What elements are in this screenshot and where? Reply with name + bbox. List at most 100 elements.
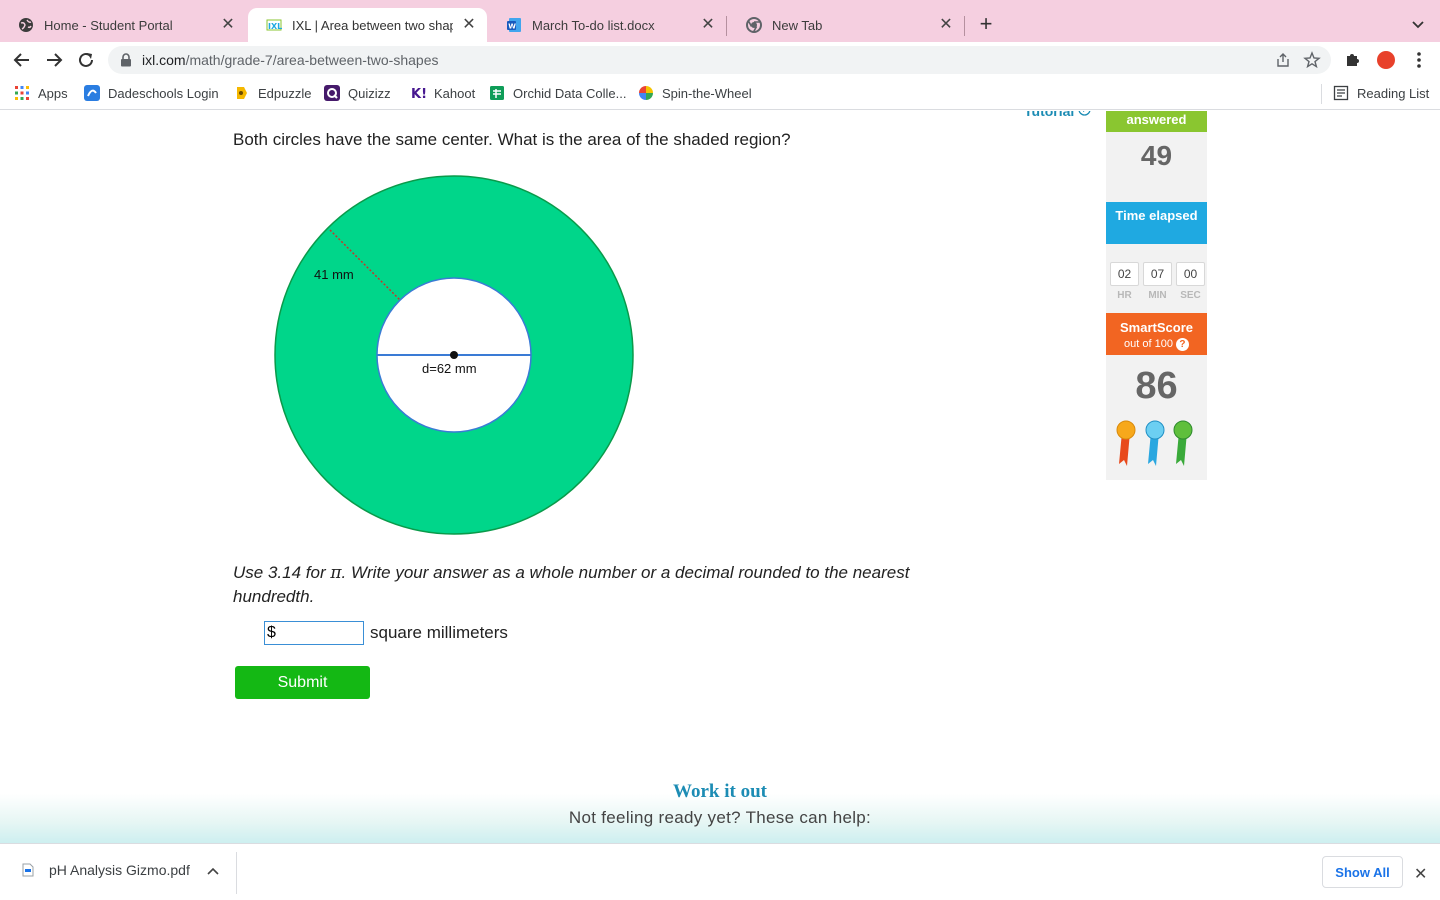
bookmark-label: Orchid Data Colle... [513, 85, 627, 101]
kahoot-icon: K! [410, 85, 427, 102]
bookmark-label: Dadeschools Login [108, 85, 219, 101]
help-icon[interactable]: ? [1175, 338, 1189, 351]
bookmark-star-icon[interactable] [1303, 51, 1321, 74]
bookmark-orchid-data[interactable]: Orchid Data Colle... [489, 85, 626, 101]
address-bar[interactable]: ixl.com/math/grade-7/area-between-two-sh… [108, 46, 1331, 74]
tab-new-tab[interactable]: New Tab ✕ [728, 8, 964, 42]
tab-separator [726, 16, 727, 36]
kebab-menu-icon[interactable] [1410, 50, 1428, 70]
tab-search-chevron-icon[interactable] [1408, 14, 1428, 34]
tab-student-portal[interactable]: Home - Student Portal ✕ [0, 8, 246, 42]
play-circle-icon [1078, 111, 1091, 119]
close-icon[interactable]: ✕ [1414, 864, 1427, 884]
answer-row: square millimeters [264, 621, 508, 645]
extensions-puzzle-icon[interactable] [1344, 50, 1362, 73]
back-arrow-icon[interactable] [10, 48, 34, 72]
center-point [450, 351, 458, 359]
download-file-name: pH Analysis Gizmo.pdf [49, 862, 190, 878]
svg-text:IXL: IXL [268, 22, 282, 31]
lock-icon[interactable] [120, 53, 132, 72]
reading-list-label: Reading List [1357, 85, 1430, 101]
reading-list-button[interactable]: Reading List [1333, 85, 1429, 101]
work-it-out-section: Work it out Not feeling ready yet? These… [0, 761, 1440, 843]
questions-answered-value: 49 [1140, 140, 1173, 171]
bookmark-dadeschools[interactable]: Dadeschools Login [84, 85, 219, 101]
bookmark-apps[interactable]: Apps [14, 85, 68, 101]
close-icon[interactable]: ✕ [461, 17, 477, 33]
tab-word-doc[interactable]: W March To-do list.docx ✕ [488, 8, 726, 42]
tutorial-label: Tutorial [1024, 111, 1075, 119]
timer-minutes-value: 07 [1143, 262, 1172, 286]
browser-toolbar: ixl.com/math/grade-7/area-between-two-sh… [0, 42, 1440, 78]
bookmark-spin-the-wheel[interactable]: Spin-the-Wheel [638, 85, 752, 101]
timer-seconds-label: SEC [1180, 290, 1201, 301]
wheel-icon [638, 85, 654, 101]
outer-label: 41 mm [314, 267, 354, 282]
tab-title: Home - Student Portal [44, 17, 173, 33]
tab-ixl[interactable]: IXL IXL | Area between two shapes ✕ [248, 8, 487, 42]
download-item[interactable]: pH Analysis Gizmo.pdf [22, 862, 190, 878]
timer-minutes-label: MIN [1148, 290, 1167, 301]
timer-hours-value: 02 [1110, 262, 1139, 286]
red-ribbon-icon [1116, 420, 1136, 466]
dadeschools-icon [84, 85, 100, 101]
inner-label: d=62 mm [422, 361, 477, 376]
downloads-divider [236, 852, 237, 894]
forward-arrow-icon[interactable] [42, 48, 66, 72]
bookmark-label: Spin-the-Wheel [662, 85, 752, 101]
bookmark-label: Quizizz [348, 85, 391, 101]
annulus-figure: 41 mm d=62 mm [268, 169, 640, 546]
close-icon[interactable]: ✕ [220, 17, 236, 33]
ixl-logo-icon: IXL [266, 17, 282, 33]
pdf-file-icon [22, 863, 34, 877]
tab-title: New Tab [772, 17, 823, 33]
stats-sidebar: answered 49 Time elapsed 02 HR 07 MIN 00… [1106, 111, 1207, 480]
downloads-bar: pH Analysis Gizmo.pdf Show All ✕ [0, 843, 1440, 900]
green-ribbon-icon [1173, 420, 1193, 466]
tab-title: March To-do list.docx [532, 17, 655, 33]
bookmark-quizizz[interactable]: Quizizz [324, 85, 391, 101]
answer-unit: square millimeters [370, 623, 508, 642]
award-ribbons [1116, 420, 1198, 468]
bookmark-label: Kahoot [434, 85, 476, 101]
globe-icon [18, 17, 34, 33]
share-icon[interactable] [1275, 52, 1291, 73]
timer-hours: 02 HR [1110, 262, 1139, 301]
instructions: Use 3.14 for π. Write your answer as a w… [233, 561, 993, 608]
bookmark-label: Edpuzzle [258, 85, 312, 101]
reading-list-icon [1333, 85, 1349, 101]
chevron-up-icon[interactable] [206, 864, 220, 883]
timer-seconds: 00 SEC [1176, 262, 1205, 301]
answer-input[interactable] [264, 621, 364, 645]
instructions-text: Use 3.14 for [233, 563, 331, 582]
submit-button[interactable]: Submit [235, 666, 370, 699]
reload-icon[interactable] [74, 48, 98, 72]
timer-seconds-value: 00 [1176, 262, 1205, 286]
work-it-out-title: Work it out [673, 781, 767, 802]
show-all-button[interactable]: Show All [1322, 856, 1403, 888]
url-text: ixl.com/math/grade-7/area-between-two-sh… [142, 52, 439, 68]
tutorial-link[interactable]: Tutorial [1024, 111, 1091, 119]
profile-avatar[interactable] [1377, 51, 1395, 69]
chrome-icon [746, 17, 762, 33]
smartscore-value: 86 [1135, 365, 1178, 407]
bookmark-label: Apps [38, 85, 68, 101]
pi-symbol: π [330, 563, 342, 583]
bookmarks-separator [1321, 84, 1322, 104]
close-icon[interactable]: ✕ [700, 17, 716, 33]
svg-text:K!: K! [411, 87, 426, 101]
google-sheets-icon [489, 85, 505, 101]
smartscore-label: SmartScore [1120, 320, 1193, 335]
close-icon[interactable]: ✕ [938, 17, 954, 33]
bookmark-kahoot[interactable]: K! Kahoot [410, 85, 476, 103]
blue-ribbon-icon [1145, 420, 1165, 466]
bookmarks-bar: Apps Dadeschools Login Edpuzzle Quizizz … [0, 78, 1440, 110]
bookmark-edpuzzle[interactable]: Edpuzzle [234, 85, 311, 101]
question-prompt: Both circles have the same center. What … [233, 130, 791, 149]
new-tab-plus-icon[interactable]: + [975, 13, 997, 36]
tab-strip: Home - Student Portal ✕ IXL IXL | Area b… [0, 0, 1440, 42]
questions-answered-banner: answered [1106, 111, 1207, 132]
ixl-page: Tutorial Both circles have the same cent… [0, 111, 1440, 843]
time-elapsed-banner: Time elapsed [1106, 202, 1207, 244]
timer-minutes: 07 MIN [1143, 262, 1172, 301]
